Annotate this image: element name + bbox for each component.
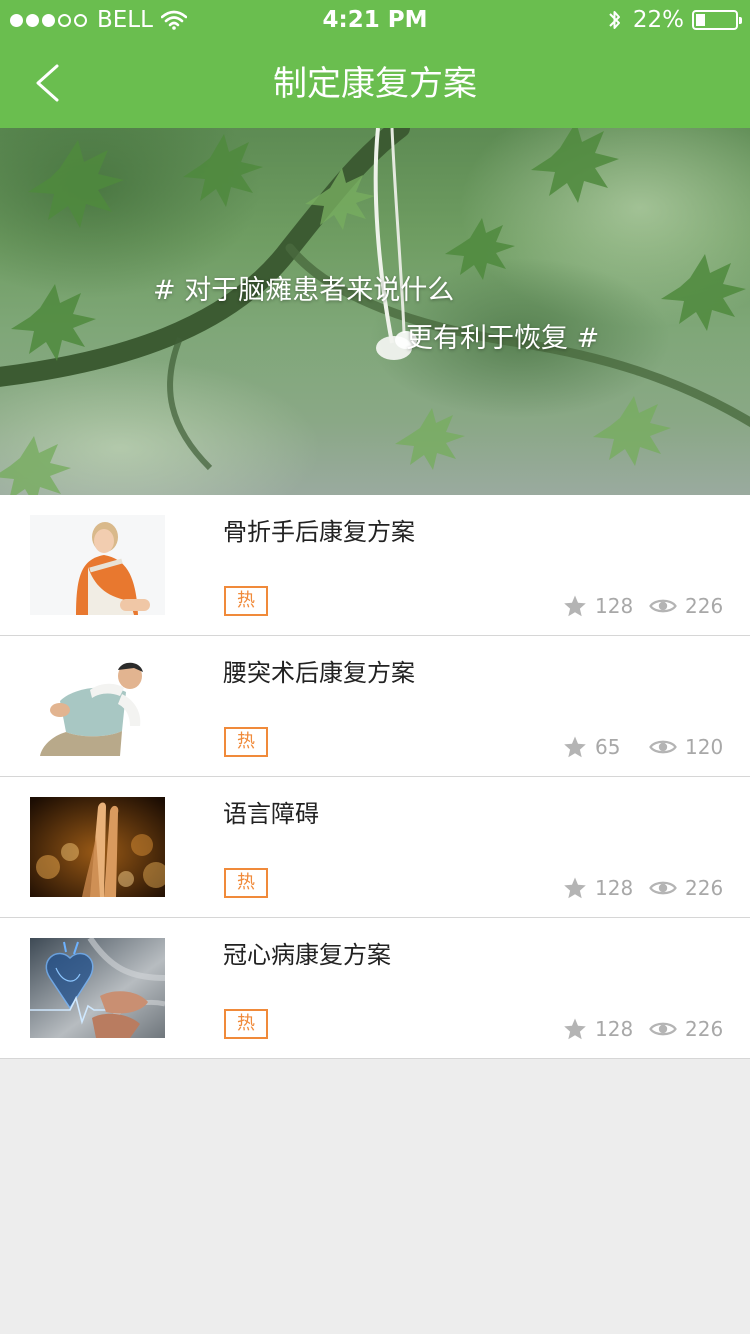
banner-text-line1: # 对于脑瘫患者来说什么 <box>153 275 455 306</box>
eye-icon <box>649 881 677 895</box>
bluetooth-icon <box>609 11 620 29</box>
likes-stat[interactable]: 128 <box>563 592 633 620</box>
star-icon <box>564 595 586 617</box>
views-count: 226 <box>685 876 724 900</box>
hands-photo <box>30 797 165 897</box>
star-icon <box>564 877 586 899</box>
banner[interactable]: # 对于脑瘫患者来说什么 更有利于恢复 # <box>0 128 750 495</box>
banner-leaves-image <box>0 128 750 495</box>
likes-stat[interactable]: 65 <box>563 733 620 761</box>
item-title: 腰突术后康复方案 <box>223 659 415 687</box>
likes-stat[interactable]: 128 <box>563 1015 633 1043</box>
plan-list: 骨折手后康复方案 热 128 226 腰突术后康复方案 热 65 120 语言障… <box>0 495 750 1059</box>
hot-badge: 热 <box>224 586 268 616</box>
battery-fill <box>696 14 706 26</box>
eye-icon <box>649 599 677 613</box>
views-stat: 226 <box>649 1015 723 1043</box>
views-count: 120 <box>685 735 724 759</box>
list-item[interactable]: 骨折手后康复方案 热 128 226 <box>0 495 750 636</box>
heart-photo <box>30 938 165 1038</box>
views-count: 226 <box>685 594 724 618</box>
nav-bar: 制定康复方案 <box>0 40 750 128</box>
likes-count: 65 <box>595 735 621 759</box>
item-title: 骨折手后康复方案 <box>223 518 415 546</box>
battery-percent: 22% <box>632 7 684 33</box>
star-icon <box>564 736 586 758</box>
banner-text-line2: 更有利于恢复 # <box>406 323 600 354</box>
hot-badge: 热 <box>224 868 268 898</box>
likes-stat[interactable]: 128 <box>563 874 633 902</box>
status-right: 22% <box>607 6 742 34</box>
page-title: 制定康复方案 <box>273 64 477 104</box>
star-icon <box>564 1018 586 1040</box>
hot-badge: 热 <box>224 727 268 757</box>
list-item[interactable]: 语言障碍 热 128 226 <box>0 777 750 918</box>
chevron-left-icon <box>36 64 59 102</box>
back-pain-photo <box>30 656 165 756</box>
likes-count: 128 <box>595 1017 634 1041</box>
views-stat: 226 <box>649 874 723 902</box>
list-item[interactable]: 冠心病康复方案 热 128 226 <box>0 918 750 1059</box>
item-title: 冠心病康复方案 <box>223 941 391 969</box>
list-item[interactable]: 腰突术后康复方案 热 65 120 <box>0 636 750 777</box>
views-stat: 226 <box>649 592 723 620</box>
back-button[interactable] <box>22 58 72 108</box>
eye-icon <box>649 1022 677 1036</box>
status-bar: BELL 4:21 PM 22% <box>0 0 750 40</box>
likes-count: 128 <box>595 594 634 618</box>
likes-count: 128 <box>595 876 634 900</box>
item-title: 语言障碍 <box>223 800 319 828</box>
hot-badge: 热 <box>224 1009 268 1039</box>
app-header: BELL 4:21 PM 22% 制定康复方案 <box>0 0 750 128</box>
views-count: 226 <box>685 1017 724 1041</box>
arm-sling-photo <box>30 515 165 615</box>
views-stat: 120 <box>649 733 723 761</box>
battery-icon <box>692 10 742 30</box>
eye-icon <box>649 740 677 754</box>
